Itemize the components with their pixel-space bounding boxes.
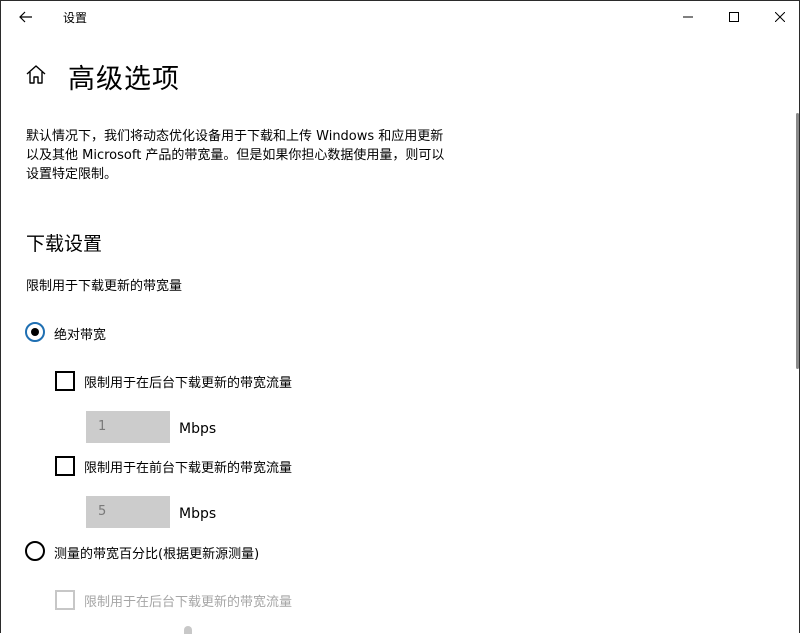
description-line: 以及其他 Microsoft 产品的带宽量。但是如果你担心数据使用量，则可以 (26, 148, 445, 163)
arrow-left-icon (19, 11, 32, 23)
back-button[interactable] (11, 5, 41, 29)
app-title: 设置 (63, 11, 88, 25)
settings-window: 设置 高级选项 默认情况下，我们将动态优化设备用于下载和上传 Windows 和… (0, 0, 800, 634)
scrollbar[interactable] (796, 113, 799, 369)
close-button[interactable] (757, 1, 802, 33)
home-button[interactable] (24, 63, 48, 87)
foreground-mbps-input[interactable]: 5 (86, 496, 170, 528)
maximize-button[interactable] (711, 1, 757, 33)
description: 默认情况下，我们将动态优化设备用于下载和上传 Windows 和应用更新 以及其… (26, 127, 486, 184)
foreground-limit-checkbox[interactable] (55, 456, 75, 476)
foreground-unit-label: Mbps (179, 506, 217, 522)
minimize-icon (683, 16, 693, 18)
title-bar: 设置 (1, 1, 799, 33)
absolute-bandwidth-label[interactable]: 绝对带宽 (54, 324, 106, 343)
page-title: 高级选项 (68, 64, 180, 95)
minimize-button[interactable] (665, 1, 711, 33)
home-icon (26, 65, 46, 84)
background-limit-label[interactable]: 限制用于在后台下载更新的带宽流量 (84, 372, 292, 391)
limit-bandwidth-label: 限制用于下载更新的带宽量 (26, 279, 183, 294)
percentage-background-label[interactable]: 限制用于在后台下载更新的带宽流量 (84, 591, 292, 610)
download-settings-heading: 下载设置 (26, 233, 103, 255)
background-mbps-input[interactable]: 1 (86, 411, 170, 443)
description-line: 默认情况下，我们将动态优化设备用于下载和上传 Windows 和应用更新 (26, 129, 444, 144)
description-line: 设置特定限制。 (26, 167, 118, 182)
percentage-bandwidth-label[interactable]: 测量的带宽百分比(根据更新源测量) (54, 543, 259, 562)
percentage-background-checkbox[interactable] (55, 590, 75, 610)
percentage-bandwidth-radio[interactable] (25, 541, 45, 561)
foreground-limit-label[interactable]: 限制用于在前台下载更新的带宽流量 (84, 457, 292, 476)
background-limit-checkbox[interactable] (55, 371, 75, 391)
absolute-bandwidth-radio[interactable] (25, 322, 45, 342)
maximize-icon (729, 12, 739, 22)
background-unit-label: Mbps (179, 421, 217, 437)
close-icon (775, 12, 785, 22)
